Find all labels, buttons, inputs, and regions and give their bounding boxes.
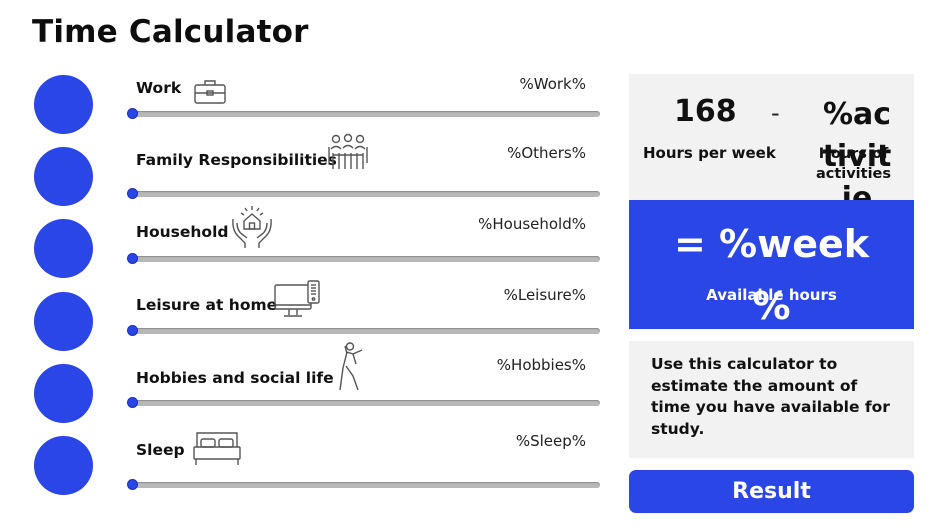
activity-variable-household: %Household% (478, 215, 586, 233)
slider-handle-sleep[interactable] (127, 479, 138, 490)
activity-circle-household (34, 219, 93, 278)
info-text: Use this calculator to estimate the amou… (651, 355, 890, 438)
slider-handle-hobbies[interactable] (127, 397, 138, 408)
computer-icon (274, 280, 322, 320)
result-button[interactable]: Result (629, 470, 914, 513)
activity-variable-work: %Work% (519, 75, 587, 93)
slider-household[interactable] (127, 253, 600, 264)
activity-label-household: Household (136, 223, 229, 241)
briefcase-icon (194, 79, 226, 105)
activity-circle-sleep (34, 436, 93, 495)
page-title: Time Calculator (32, 14, 309, 50)
slider-handle-work[interactable] (127, 108, 138, 119)
activity-variable-leisure: %Leisure% (503, 286, 586, 304)
slider-work[interactable] (127, 108, 600, 119)
available-hours-label: Available hours (706, 286, 837, 304)
hours-per-week-value: 168 (674, 94, 737, 129)
house-in-hands-icon (231, 205, 273, 249)
activity-label-sleep: Sleep (136, 441, 185, 459)
activity-variable-family: %Others% (507, 144, 586, 162)
slider-handle-family[interactable] (127, 188, 138, 199)
slider-sleep[interactable] (127, 479, 600, 490)
slider-hobbies[interactable] (127, 397, 600, 408)
activity-label-leisure: Leisure at home (136, 296, 278, 314)
activity-label-hobbies: Hobbies and social life (136, 369, 334, 387)
bed-icon (193, 431, 241, 467)
hours-per-week-label: Hours per week (643, 144, 776, 162)
activity-circle-hobbies (34, 364, 93, 423)
slider-leisure[interactable] (127, 325, 600, 336)
slider-family[interactable] (127, 188, 600, 199)
activity-circle-work (34, 75, 93, 134)
family-icon (327, 133, 369, 171)
activity-variable-sleep: %Sleep% (515, 432, 586, 450)
minus-sign: - (771, 99, 780, 127)
slider-handle-household[interactable] (127, 253, 138, 264)
week-value: = %week (673, 222, 870, 266)
activity-circle-family (34, 147, 93, 206)
activity-label-work: Work (136, 79, 182, 97)
activity-label-family: Family Responsibilities (136, 151, 337, 169)
activity-variable-hobbies: %Hobbies% (496, 356, 586, 374)
walking-person-icon (336, 342, 366, 392)
activity-circle-leisure (34, 292, 93, 351)
slider-handle-leisure[interactable] (127, 325, 138, 336)
